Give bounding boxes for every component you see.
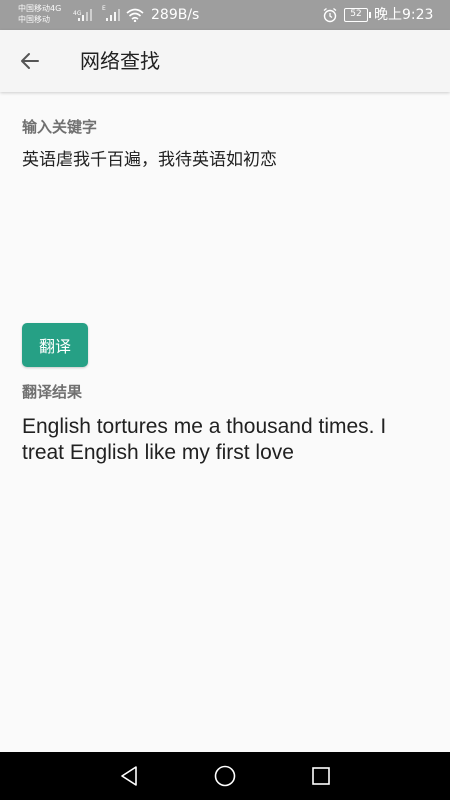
status-bar: 中国移动4G 中国移动 4G E 289B/s 52 晚上9:23 xyxy=(0,0,450,30)
battery-icon: 52 xyxy=(344,8,371,22)
result-text: English tortures me a thousand times. I … xyxy=(22,415,387,464)
nav-home-icon[interactable] xyxy=(213,764,237,788)
carrier-info: 中国移动4G 中国移动 4G xyxy=(18,3,81,25)
signal-icon-2 xyxy=(106,9,120,21)
keyword-input[interactable]: 英语虐我千百遍，我待英语如初恋 xyxy=(22,148,428,298)
back-button[interactable] xyxy=(14,45,46,77)
keyword-label: 输入关键字 xyxy=(22,118,98,136)
clock: 晚上9:23 xyxy=(374,7,434,23)
signal-icon xyxy=(78,9,92,21)
page-title: 网络查找 xyxy=(80,49,160,73)
translate-button[interactable]: 翻译 xyxy=(22,323,88,367)
carrier-line-2: 中国移动 xyxy=(18,15,50,24)
result-label: 翻译结果 xyxy=(22,383,83,401)
alarm-icon xyxy=(323,7,337,23)
nav-bar xyxy=(0,752,450,800)
screen: 中国移动4G 中国移动 4G E 289B/s 52 晚上9:23 网络查找 输… xyxy=(0,0,450,800)
net-speed: 289B/s xyxy=(151,7,200,23)
toolbar: 网络查找 xyxy=(0,30,450,92)
nav-recent-icon[interactable] xyxy=(309,764,333,788)
nav-back-icon[interactable] xyxy=(117,764,141,788)
carrier-line-1: 中国移动4G xyxy=(18,4,62,13)
arrow-left-icon xyxy=(21,53,39,69)
wifi-icon xyxy=(126,8,144,22)
